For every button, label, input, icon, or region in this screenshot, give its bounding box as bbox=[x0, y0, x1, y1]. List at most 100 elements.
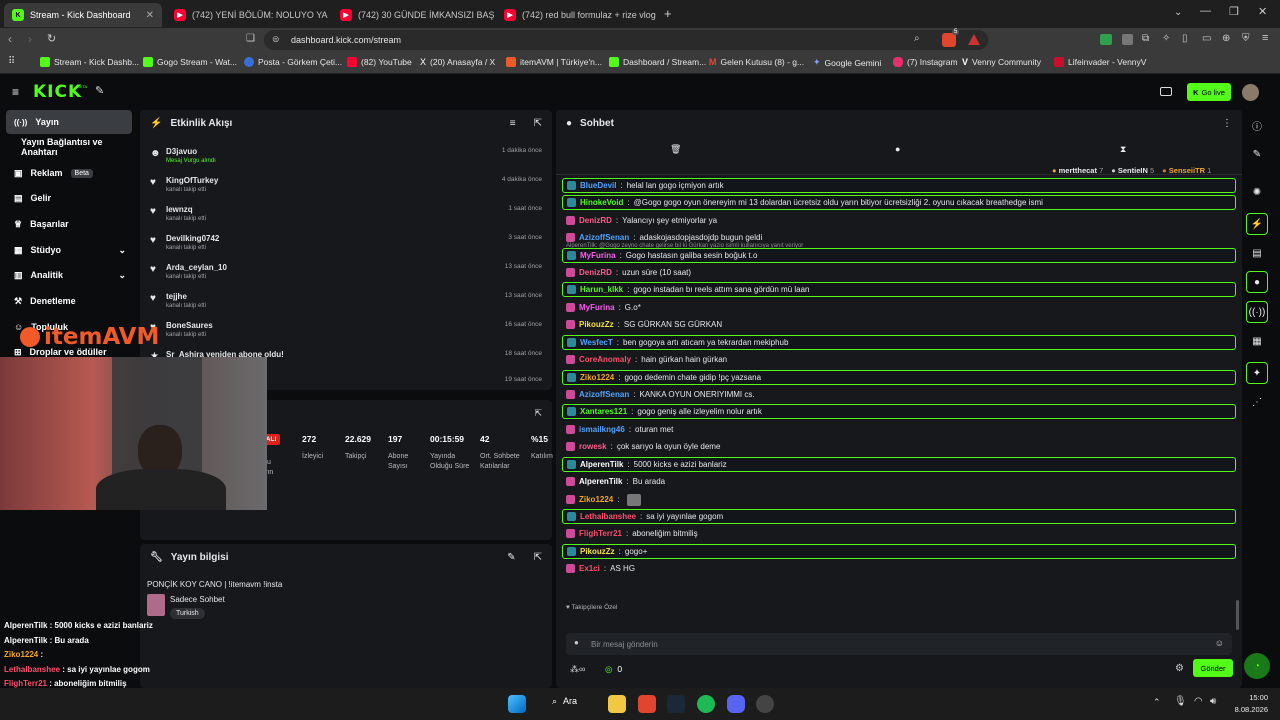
back-icon[interactable]: ‹ bbox=[8, 32, 12, 46]
channel-points[interactable]: ◎ 0 bbox=[605, 664, 622, 675]
sidebar-item-analitik[interactable]: ▥ Analitik ⌄ bbox=[6, 263, 132, 287]
popout-icon[interactable]: ⇱ bbox=[534, 408, 542, 419]
sidebar-toggle-icon[interactable]: ▯ bbox=[1182, 33, 1188, 44]
filter-icon[interactable]: ≡ bbox=[510, 118, 516, 129]
sidebar-item-gelir[interactable]: ▤ Gelir bbox=[6, 186, 132, 210]
extensions-puzzle-icon[interactable]: ⧉ bbox=[1142, 33, 1149, 44]
popout-icon[interactable]: ⇱ bbox=[534, 118, 542, 129]
reload-icon[interactable]: ↻ bbox=[47, 32, 56, 45]
go-live-button[interactable]: K Go live bbox=[1187, 83, 1231, 101]
extension-1-icon[interactable] bbox=[1100, 34, 1112, 45]
close-window-icon[interactable]: ✕ bbox=[1258, 5, 1267, 18]
chat-username[interactable]: Lethalbanshee bbox=[580, 512, 636, 521]
chat-message[interactable]: Ex1ci: AS HG bbox=[562, 561, 1236, 576]
zoom-search-icon[interactable]: ⌕ bbox=[914, 33, 920, 44]
chat-username[interactable]: AzizoffSenan bbox=[579, 390, 629, 399]
trash-icon[interactable]: 🗑︎ bbox=[670, 144, 681, 155]
wallet-icon[interactable]: ▭ bbox=[1202, 33, 1211, 44]
lightning-icon[interactable]: ⚡ bbox=[1246, 213, 1268, 235]
chat-message[interactable]: AlperenTilk:5000 kicks e azizi banlariz bbox=[562, 457, 1236, 472]
sidebar-item-studyo[interactable]: ▦ Stüdyo ⌄ bbox=[6, 238, 132, 262]
chat-scrollbar[interactable] bbox=[1236, 600, 1239, 630]
chat-message[interactable]: rowesk: çok sarıyo la oyun öyle deme bbox=[562, 439, 1236, 454]
menu-icon[interactable]: ≡ bbox=[1262, 32, 1268, 44]
bookmark-youtube[interactable]: (82) YouTube bbox=[347, 57, 412, 67]
chat-message[interactable]: Xantares121: gogo geniş alle izleyelim no… bbox=[562, 404, 1236, 419]
bookmark-lifeinvader[interactable]: Lifeinvader - VennyV bbox=[1054, 57, 1146, 67]
chat-username[interactable]: MyFurina bbox=[579, 303, 615, 312]
edit-icon[interactable]: ✎ bbox=[507, 552, 515, 563]
chat-message[interactable]: Ziko1224: bbox=[562, 492, 1236, 507]
avatar[interactable] bbox=[1242, 84, 1259, 101]
sidebar-item-reklam[interactable]: ▣ Reklam Beta bbox=[6, 161, 132, 185]
chat-mode-icon[interactable]: ● bbox=[895, 144, 900, 154]
chat-message[interactable]: AlperenTilk: Bu arada bbox=[562, 474, 1236, 489]
hamburger-menu-icon[interactable]: ≡ bbox=[12, 85, 19, 99]
tab-search-icon[interactable]: ⌄ bbox=[1174, 7, 1182, 18]
event-user[interactable]: BoneSaures bbox=[166, 321, 213, 330]
chat-username[interactable]: AlperenTilk bbox=[580, 460, 623, 469]
clock[interactable]: 15:00 8.08.2026 bbox=[1232, 693, 1268, 714]
forward-icon[interactable]: › bbox=[28, 32, 32, 46]
wrench-icon[interactable]: ✦ bbox=[1246, 362, 1268, 384]
bookmark-posta[interactable]: Posta - Görkem Çeti... bbox=[244, 57, 342, 67]
sidebar-item-yayin[interactable]: ((·)) Yayın bbox=[6, 110, 132, 134]
chat-message[interactable]: CoreAnomaly: hain gürkan hain gürkan bbox=[562, 352, 1236, 367]
shield-icon[interactable]: ⛨ bbox=[1242, 33, 1250, 44]
vpn-icon[interactable]: ⊕ bbox=[1222, 33, 1230, 44]
tab-youtube-3[interactable]: ▶ (742) red bull formulaz + rize vlog - bbox=[496, 3, 658, 27]
chat-settings-icon[interactable]: ⚙ bbox=[1175, 663, 1184, 674]
chat-username[interactable]: DenizRD bbox=[579, 216, 612, 225]
share-icon[interactable]: ⋰ bbox=[1246, 391, 1268, 413]
obs-taskbar-icon[interactable] bbox=[756, 695, 774, 713]
apps-grid-icon[interactable]: ⠿ bbox=[8, 56, 15, 67]
extension-2-icon[interactable] bbox=[1122, 34, 1133, 45]
kick-logo[interactable]: KICK bbox=[33, 82, 82, 102]
tab-kick-dashboard[interactable]: K Stream - Kick Dashboard ✕ bbox=[4, 3, 162, 27]
chat-username[interactable]: FlighTerr21 bbox=[579, 529, 622, 538]
tab-youtube-1[interactable]: ▶ (742) YENİ BÖLÜM: NOLUYO YA ¿ VS bbox=[166, 3, 328, 27]
emoji-icon[interactable]: ☺ bbox=[1215, 638, 1224, 648]
chat-username[interactable]: rowesk bbox=[579, 442, 607, 451]
file-explorer-icon[interactable] bbox=[608, 695, 626, 713]
taskbar-search[interactable]: ⌕ Ara bbox=[552, 696, 577, 707]
chat-message[interactable]: FlighTerr21: aboneliğim bitmiliş bbox=[562, 526, 1236, 541]
bookmark-gemini[interactable]: ✦ Google Gemini bbox=[813, 57, 881, 68]
help-chat-icon[interactable]: ◔ bbox=[1244, 653, 1270, 679]
bookmark-dashboard[interactable]: Dashboard / Stream... bbox=[609, 57, 706, 67]
bug-icon[interactable]: ✺ bbox=[1246, 181, 1268, 203]
new-tab-icon[interactable]: + bbox=[664, 6, 672, 21]
chat-message[interactable]: PikouzZz: gogo+ bbox=[562, 544, 1236, 559]
chat-message[interactable]: DenizRD: Yalancıyı şey etmiyorlar ya bbox=[562, 213, 1236, 228]
chat-username[interactable]: ismailkng46 bbox=[579, 425, 625, 434]
steam-icon[interactable] bbox=[667, 695, 685, 713]
chat-message[interactable]: MyFurina: G.o* bbox=[562, 300, 1236, 315]
chat-message[interactable]: BlueDevil: helal lan gogo içmiyon artık bbox=[562, 178, 1236, 193]
chat-message[interactable]: Ziko1224: gogo dedemin chate gidip !pç ya… bbox=[562, 370, 1236, 385]
chat-message[interactable]: Lethalbanshee: sa iyi yayınlae gogom bbox=[562, 509, 1236, 524]
broadcast-icon[interactable]: ((·)) bbox=[1246, 301, 1268, 323]
bookmark-venny[interactable]: V Venny Community bbox=[962, 57, 1041, 67]
sidebar-item-basarilar[interactable]: ♕ Başarılar bbox=[6, 212, 132, 236]
bookmark-gogo[interactable]: Gogo Stream - Wat... bbox=[143, 57, 237, 67]
chat-message[interactable]: Harun_klkk: gogo instadan bı reels attım … bbox=[562, 282, 1236, 297]
info-icon[interactable]: ⓘ bbox=[1246, 114, 1268, 136]
event-user[interactable]: Arda_ceylan_10 bbox=[166, 263, 227, 272]
send-button[interactable]: Gönder bbox=[1193, 659, 1233, 677]
brave-shield-icon[interactable] bbox=[942, 33, 956, 47]
chat-username[interactable]: PikouzZz bbox=[580, 547, 615, 556]
chevron-up-icon[interactable]: ⌃ bbox=[1153, 697, 1161, 708]
minimize-icon[interactable]: — bbox=[1200, 5, 1211, 17]
event-user[interactable]: Devilking0742 bbox=[166, 234, 219, 243]
site-info-icon[interactable]: ⊜ bbox=[272, 34, 280, 45]
bookmark-star-icon[interactable]: ❏ bbox=[246, 33, 255, 44]
chat-username[interactable]: Ziko1224 bbox=[580, 373, 614, 382]
chat-message[interactable]: PikouzZz: SG GÜRKAN SG GÜRKAN bbox=[562, 317, 1236, 332]
brave-icon[interactable] bbox=[638, 695, 656, 713]
chat-username[interactable]: AlperenTilk bbox=[579, 477, 622, 486]
edit-icon[interactable]: ✎ bbox=[1246, 143, 1268, 165]
spotify-icon[interactable] bbox=[697, 695, 715, 713]
bookmark-kick[interactable]: Stream - Kick Dashb... bbox=[40, 57, 139, 67]
chat-username[interactable]: DenizRD bbox=[579, 268, 612, 277]
chat-username[interactable]: MyFurina bbox=[580, 251, 616, 260]
